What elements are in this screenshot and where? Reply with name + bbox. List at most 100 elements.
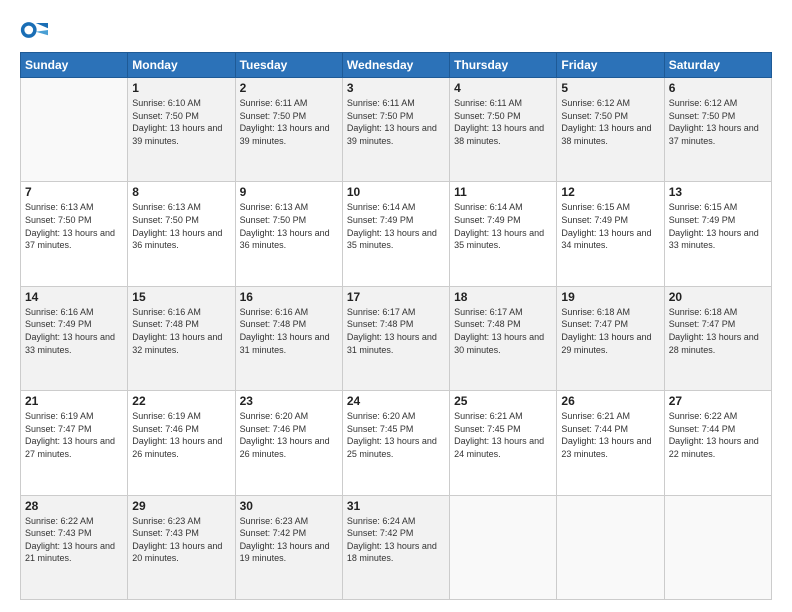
calendar-header-monday: Monday <box>128 53 235 78</box>
calendar-week-row: 1 Sunrise: 6:10 AMSunset: 7:50 PMDaylight… <box>21 78 772 182</box>
calendar-cell: 1 Sunrise: 6:10 AMSunset: 7:50 PMDaylight… <box>128 78 235 182</box>
calendar-week-row: 14Sunrise: 6:16 AMSunset: 7:49 PMDayligh… <box>21 286 772 390</box>
day-number: 16 <box>240 290 338 304</box>
calendar-cell: 21Sunrise: 6:19 AMSunset: 7:47 PMDayligh… <box>21 391 128 495</box>
calendar-week-row: 21Sunrise: 6:19 AMSunset: 7:47 PMDayligh… <box>21 391 772 495</box>
calendar-cell: 7Sunrise: 6:13 AMSunset: 7:50 PMDaylight… <box>21 182 128 286</box>
calendar-cell: 11 Sunrise: 6:14 AMSunset: 7:49 PMDayligh… <box>450 182 557 286</box>
day-info: Sunrise: 6:24 AMSunset: 7:42 PMDaylight:… <box>347 515 445 565</box>
calendar-cell: 14Sunrise: 6:16 AMSunset: 7:49 PMDayligh… <box>21 286 128 390</box>
calendar-cell <box>664 495 771 599</box>
day-number: 3 <box>347 81 445 95</box>
calendar-cell: 5 Sunrise: 6:12 AMSunset: 7:50 PMDaylight… <box>557 78 664 182</box>
calendar-cell: 12 Sunrise: 6:15 AMSunset: 7:49 PMDayligh… <box>557 182 664 286</box>
calendar-cell: 19 Sunrise: 6:18 AMSunset: 7:47 PMDayligh… <box>557 286 664 390</box>
day-info: Sunrise: 6:14 AMSunset: 7:49 PMDaylight:… <box>454 201 552 251</box>
day-number: 2 <box>240 81 338 95</box>
calendar-page: SundayMondayTuesdayWednesdayThursdayFrid… <box>0 0 792 612</box>
calendar-cell: 16 Sunrise: 6:16 AMSunset: 7:48 PMDayligh… <box>235 286 342 390</box>
calendar-cell: 2 Sunrise: 6:11 AMSunset: 7:50 PMDaylight… <box>235 78 342 182</box>
calendar-cell: 27 Sunrise: 6:22 AMSunset: 7:44 PMDayligh… <box>664 391 771 495</box>
calendar-cell <box>557 495 664 599</box>
day-info: Sunrise: 6:12 AMSunset: 7:50 PMDaylight:… <box>561 97 659 147</box>
day-info: Sunrise: 6:16 AMSunset: 7:48 PMDaylight:… <box>240 306 338 356</box>
calendar-cell: 3Sunrise: 6:11 AMSunset: 7:50 PMDaylight… <box>342 78 449 182</box>
day-number: 12 <box>561 185 659 199</box>
day-number: 1 <box>132 81 230 95</box>
day-info: Sunrise: 6:23 AMSunset: 7:43 PMDaylight:… <box>132 515 230 565</box>
day-info: Sunrise: 6:17 AMSunset: 7:48 PMDaylight:… <box>347 306 445 356</box>
day-info: Sunrise: 6:14 AMSunset: 7:49 PMDaylight:… <box>347 201 445 251</box>
calendar-header-friday: Friday <box>557 53 664 78</box>
calendar-cell: 23 Sunrise: 6:20 AMSunset: 7:46 PMDayligh… <box>235 391 342 495</box>
day-info: Sunrise: 6:20 AMSunset: 7:46 PMDaylight:… <box>240 410 338 460</box>
calendar-week-row: 7Sunrise: 6:13 AMSunset: 7:50 PMDaylight… <box>21 182 772 286</box>
day-info: Sunrise: 6:17 AMSunset: 7:48 PMDaylight:… <box>454 306 552 356</box>
calendar-cell: 8Sunrise: 6:13 AMSunset: 7:50 PMDaylight… <box>128 182 235 286</box>
day-info: Sunrise: 6:22 AMSunset: 7:43 PMDaylight:… <box>25 515 123 565</box>
day-number: 13 <box>669 185 767 199</box>
day-info: Sunrise: 6:15 AMSunset: 7:49 PMDaylight:… <box>561 201 659 251</box>
day-info: Sunrise: 6:22 AMSunset: 7:44 PMDaylight:… <box>669 410 767 460</box>
day-number: 24 <box>347 394 445 408</box>
calendar-cell: 13 Sunrise: 6:15 AMSunset: 7:49 PMDayligh… <box>664 182 771 286</box>
day-info: Sunrise: 6:18 AMSunset: 7:47 PMDaylight:… <box>669 306 767 356</box>
day-number: 4 <box>454 81 552 95</box>
day-number: 18 <box>454 290 552 304</box>
day-number: 19 <box>561 290 659 304</box>
calendar-cell: 4 Sunrise: 6:11 AMSunset: 7:50 PMDaylight… <box>450 78 557 182</box>
day-info: Sunrise: 6:15 AMSunset: 7:49 PMDaylight:… <box>669 201 767 251</box>
calendar-cell: 30 Sunrise: 6:23 AMSunset: 7:42 PMDayligh… <box>235 495 342 599</box>
day-info: Sunrise: 6:21 AMSunset: 7:45 PMDaylight:… <box>454 410 552 460</box>
day-number: 26 <box>561 394 659 408</box>
day-number: 10 <box>347 185 445 199</box>
day-info: Sunrise: 6:11 AMSunset: 7:50 PMDaylight:… <box>240 97 338 147</box>
day-number: 20 <box>669 290 767 304</box>
calendar-table: SundayMondayTuesdayWednesdayThursdayFrid… <box>20 52 772 600</box>
calendar-cell: 17Sunrise: 6:17 AMSunset: 7:48 PMDayligh… <box>342 286 449 390</box>
day-info: Sunrise: 6:23 AMSunset: 7:42 PMDaylight:… <box>240 515 338 565</box>
calendar-cell <box>21 78 128 182</box>
calendar-cell: 31Sunrise: 6:24 AMSunset: 7:42 PMDayligh… <box>342 495 449 599</box>
calendar-header-row: SundayMondayTuesdayWednesdayThursdayFrid… <box>21 53 772 78</box>
logo <box>20 16 52 44</box>
day-number: 27 <box>669 394 767 408</box>
calendar-header-wednesday: Wednesday <box>342 53 449 78</box>
day-info: Sunrise: 6:12 AMSunset: 7:50 PMDaylight:… <box>669 97 767 147</box>
day-number: 22 <box>132 394 230 408</box>
day-info: Sunrise: 6:21 AMSunset: 7:44 PMDaylight:… <box>561 410 659 460</box>
day-number: 28 <box>25 499 123 513</box>
calendar-header-saturday: Saturday <box>664 53 771 78</box>
calendar-cell: 24Sunrise: 6:20 AMSunset: 7:45 PMDayligh… <box>342 391 449 495</box>
day-info: Sunrise: 6:19 AMSunset: 7:46 PMDaylight:… <box>132 410 230 460</box>
calendar-cell: 6 Sunrise: 6:12 AMSunset: 7:50 PMDaylight… <box>664 78 771 182</box>
day-number: 23 <box>240 394 338 408</box>
day-number: 25 <box>454 394 552 408</box>
day-number: 29 <box>132 499 230 513</box>
day-number: 11 <box>454 185 552 199</box>
calendar-cell: 15 Sunrise: 6:16 AMSunset: 7:48 PMDayligh… <box>128 286 235 390</box>
calendar-cell <box>450 495 557 599</box>
calendar-cell: 28 Sunrise: 6:22 AMSunset: 7:43 PMDayligh… <box>21 495 128 599</box>
day-number: 6 <box>669 81 767 95</box>
calendar-cell: 22 Sunrise: 6:19 AMSunset: 7:46 PMDayligh… <box>128 391 235 495</box>
day-number: 9 <box>240 185 338 199</box>
calendar-cell: 20 Sunrise: 6:18 AMSunset: 7:47 PMDayligh… <box>664 286 771 390</box>
day-info: Sunrise: 6:18 AMSunset: 7:47 PMDaylight:… <box>561 306 659 356</box>
day-number: 5 <box>561 81 659 95</box>
logo-icon <box>20 16 48 44</box>
calendar-cell: 9 Sunrise: 6:13 AMSunset: 7:50 PMDaylight… <box>235 182 342 286</box>
calendar-week-row: 28 Sunrise: 6:22 AMSunset: 7:43 PMDayligh… <box>21 495 772 599</box>
calendar-cell: 10 Sunrise: 6:14 AMSunset: 7:49 PMDayligh… <box>342 182 449 286</box>
day-info: Sunrise: 6:11 AMSunset: 7:50 PMDaylight:… <box>454 97 552 147</box>
day-number: 30 <box>240 499 338 513</box>
day-number: 15 <box>132 290 230 304</box>
day-info: Sunrise: 6:16 AMSunset: 7:48 PMDaylight:… <box>132 306 230 356</box>
day-info: Sunrise: 6:13 AMSunset: 7:50 PMDaylight:… <box>25 201 123 251</box>
day-info: Sunrise: 6:10 AMSunset: 7:50 PMDaylight:… <box>132 97 230 147</box>
calendar-header-sunday: Sunday <box>21 53 128 78</box>
header <box>20 16 772 44</box>
calendar-cell: 26 Sunrise: 6:21 AMSunset: 7:44 PMDayligh… <box>557 391 664 495</box>
day-info: Sunrise: 6:16 AMSunset: 7:49 PMDaylight:… <box>25 306 123 356</box>
day-info: Sunrise: 6:13 AMSunset: 7:50 PMDaylight:… <box>240 201 338 251</box>
